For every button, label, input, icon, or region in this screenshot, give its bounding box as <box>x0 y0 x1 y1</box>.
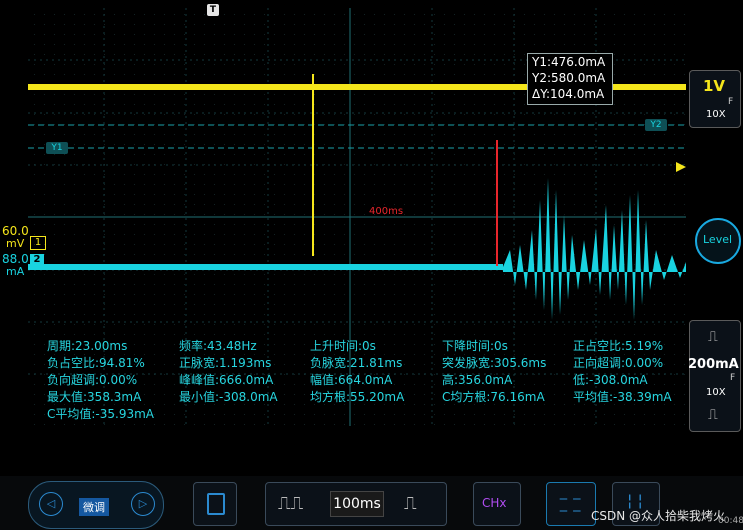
ch2-offset-unit: mA <box>6 265 25 278</box>
measurement-value: 平均值:-38.39mA <box>573 390 672 404</box>
pulse-down-icon: ⎍ <box>708 407 718 423</box>
cursor-y1-tag[interactable]: Y1 <box>46 142 68 154</box>
ch2-marker[interactable]: 2 <box>30 254 44 266</box>
ch1-scale-button[interactable]: 1V F 10X <box>689 70 741 128</box>
ch2-scale-button[interactable]: ⎍ 200mA F 10X ⎍ <box>688 320 741 432</box>
measurement-value: 正占空比:5.19% <box>573 339 664 353</box>
fine-adjust-control[interactable]: ◁ 微调 ▷ <box>28 481 164 529</box>
cursor-y2-tag[interactable]: Y2 <box>645 119 667 131</box>
level-button[interactable]: Level <box>695 218 741 264</box>
measurement-value: 负脉宽:21.81ms <box>310 356 403 370</box>
cursor-readout: Y1:476.0mA Y2:580.0mA ΔY:104.0mA <box>527 53 613 105</box>
save-button[interactable] <box>193 482 237 526</box>
timebase-value: 100ms <box>330 491 384 517</box>
timebase-decrease-icon[interactable]: ⎍⎍ <box>278 493 303 514</box>
horizontal-cursor-button[interactable]: ‒ ‒ ‒ ‒ <box>546 482 596 526</box>
ch1-probe: 10X <box>706 109 726 120</box>
measurement-value: 正向超调:0.00% <box>573 356 664 370</box>
measurement-value: 负向超调:0.00% <box>47 373 138 387</box>
measurement-value: 均方根:55.20mA <box>310 390 405 404</box>
fine-adjust-label: 微调 <box>79 498 109 516</box>
ch1-offset-value: 60.0 <box>2 224 29 238</box>
ch1-marker[interactable]: 1 <box>30 236 46 250</box>
cursor-delta-value: ΔY:104.0mA <box>532 87 605 101</box>
waveform-display <box>28 8 686 426</box>
measurement-value: 上升时间:0s <box>310 339 376 353</box>
ch1-coupling: F <box>728 97 734 107</box>
measurement-value: 峰峰值:666.0mA <box>179 373 274 387</box>
measurement-value: 幅值:664.0mA <box>310 373 393 387</box>
oscilloscope-screen: T Y1:476.0mA Y2:580.0mA ΔY:104.0mA Y1 Y2… <box>0 0 743 530</box>
channel-select-button[interactable]: CHx <box>473 482 521 526</box>
measurement-value: 最小值:-308.0mA <box>179 390 278 404</box>
cursor-y1-value: Y1:476.0mA <box>532 55 606 69</box>
timebase-control[interactable]: ⎍⎍ 100ms ⎍ <box>265 482 447 526</box>
measurement-value: 下降时间:0s <box>442 339 508 353</box>
measurement-value: 周期:23.00ms <box>47 339 128 353</box>
cursor-y2-value: Y2:580.0mA <box>532 71 606 85</box>
ch1-offset-unit: mV <box>6 237 25 250</box>
measurement-value: 最大值:358.3mA <box>47 390 142 404</box>
measurement-value: 突发脉宽:305.6ms <box>442 356 547 370</box>
ch2-offset-value: 88.0 <box>2 252 29 266</box>
measurement-value: 正脉宽:1.193ms <box>179 356 272 370</box>
next-arrow-icon[interactable]: ▷ <box>131 492 155 516</box>
measurement-value: 低:-308.0mA <box>573 373 648 387</box>
measurement-value: C平均值:-35.93mA <box>47 407 155 421</box>
chx-label: CHx <box>482 496 507 510</box>
measurement-value: C均方根:76.16mA <box>442 390 545 404</box>
pulse-up-icon: ⎍ <box>708 329 718 345</box>
save-icon <box>207 493 225 515</box>
measurement-value: 频率:43.48Hz <box>179 339 257 353</box>
trigger-position-marker[interactable]: T <box>207 4 219 16</box>
ch2-scale-value: 200mA <box>688 357 739 372</box>
time-annotation: 400ms <box>369 206 404 217</box>
watermark: CSDN @众人拾柴我烤火 <box>591 509 726 523</box>
ch2-probe: 10X <box>706 387 726 398</box>
measurement-value: 高:356.0mA <box>442 373 513 387</box>
right-panel: 1V F 10X Level ⎍ 200mA F 10X ⎍ <box>686 0 743 440</box>
measurement-value: 负占空比:94.81% <box>47 356 145 370</box>
ch1-scale-value: 1V <box>703 77 726 95</box>
previous-arrow-icon[interactable]: ◁ <box>39 492 63 516</box>
ch2-coupling: F <box>730 373 736 383</box>
timebase-increase-icon[interactable]: ⎍ <box>404 493 417 514</box>
level-label: Level <box>703 233 733 246</box>
